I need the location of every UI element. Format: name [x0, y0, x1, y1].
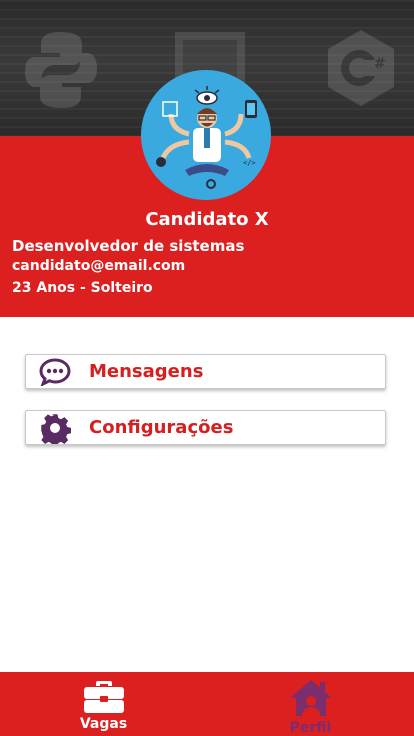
- gear-icon: [39, 412, 71, 444]
- profile-name: Candidato X: [145, 209, 269, 230]
- svg-text:</>: </>: [243, 159, 256, 167]
- home-user-icon: [289, 680, 332, 716]
- settings-button[interactable]: Configurações: [25, 410, 386, 445]
- svg-text:#: #: [374, 56, 386, 72]
- briefcase-icon: [83, 681, 124, 713]
- profile-role: Desenvolvedor de sistemas: [12, 237, 245, 255]
- chat-bubble-icon: [39, 356, 71, 388]
- messages-label: Mensagens: [89, 361, 204, 382]
- bottom-navigation: Vagas Perfil: [0, 672, 414, 736]
- profile-avatar[interactable]: </>: [141, 70, 271, 200]
- nav-label-vagas: Vagas: [79, 716, 128, 732]
- csharp-logo-icon: #: [328, 30, 394, 106]
- developer-illustration-icon: </>: [156, 86, 257, 189]
- python-logo-icon: [25, 32, 97, 108]
- profile-email: candidato@email.com: [12, 258, 186, 274]
- profile-details: 23 Anos - Solteiro: [12, 280, 153, 296]
- nav-tab-perfil[interactable]: Perfil: [207, 672, 414, 736]
- settings-label: Configurações: [89, 417, 234, 438]
- messages-button[interactable]: Mensagens: [25, 354, 386, 389]
- nav-tab-vagas[interactable]: Vagas: [0, 672, 207, 736]
- nav-label-perfil: Perfil: [289, 720, 332, 736]
